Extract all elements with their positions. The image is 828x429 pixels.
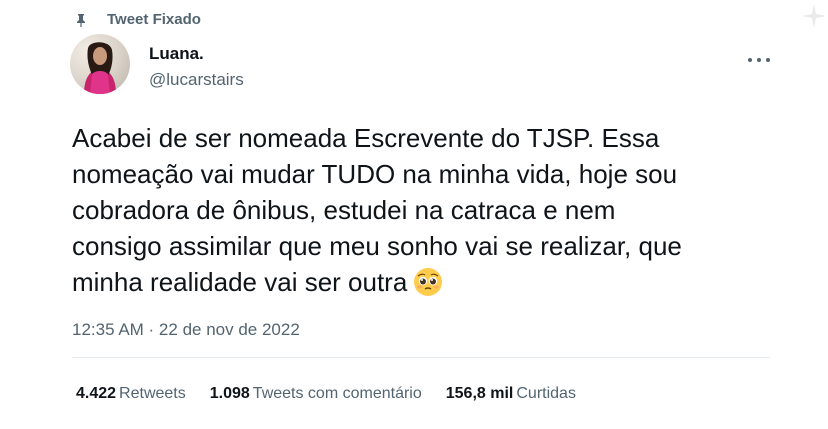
tweet-line: nomeação vai mudar TUDO na minha vida, h… <box>72 159 678 189</box>
retweets-stat[interactable]: 4.422 Retweets <box>76 385 186 403</box>
decorative-sparkle-icon <box>802 4 826 28</box>
user-handle[interactable]: @lucarstairs <box>149 70 244 90</box>
retweets-label: Retweets <box>119 385 186 402</box>
likes-label: Curtidas <box>516 385 576 402</box>
tweet-line: minha realidade vai ser outra <box>72 267 408 297</box>
tweet-line-last: minha realidade vai ser outra <box>72 264 812 300</box>
avatar[interactable] <box>70 34 130 94</box>
tweet-stats: 4.422 Retweets 1.098 Tweets com comentário… <box>76 385 600 403</box>
retweets-count: 4.422 <box>76 385 117 402</box>
user-display-name[interactable]: Luana. <box>149 44 204 64</box>
tweet-line: Acabei de ser nomeada Escrevente do TJSP… <box>72 123 660 153</box>
tweet-line: cobradora de ônibus, estudei na catraca … <box>72 195 616 225</box>
pinned-indicator: Tweet Fixado <box>74 11 201 28</box>
more-dot-icon <box>766 58 770 62</box>
tweet-line: consigo assimilar que meu sonho vai se r… <box>72 231 682 261</box>
quote-tweets-stat[interactable]: 1.098 Tweets com comentário <box>210 385 422 403</box>
more-dot-icon <box>748 58 752 62</box>
pinned-label: Tweet Fixado <box>107 11 201 28</box>
pin-icon <box>74 13 88 27</box>
likes-stat[interactable]: 156,8 mil Curtidas <box>446 385 576 403</box>
tweet-text: Acabei de ser nomeada Escrevente do TJSP… <box>72 120 812 300</box>
tweet-timestamp[interactable]: 12:35 AM · 22 de nov de 2022 <box>72 320 300 340</box>
more-dot-icon <box>757 58 761 62</box>
divider <box>72 357 770 358</box>
quote-tweets-label: Tweets com comentário <box>252 385 422 402</box>
likes-count: 156,8 mil <box>445 385 514 402</box>
pleading-face-emoji-icon <box>413 267 443 297</box>
quote-tweets-count: 1.098 <box>209 385 250 402</box>
more-options-button[interactable] <box>748 52 770 68</box>
